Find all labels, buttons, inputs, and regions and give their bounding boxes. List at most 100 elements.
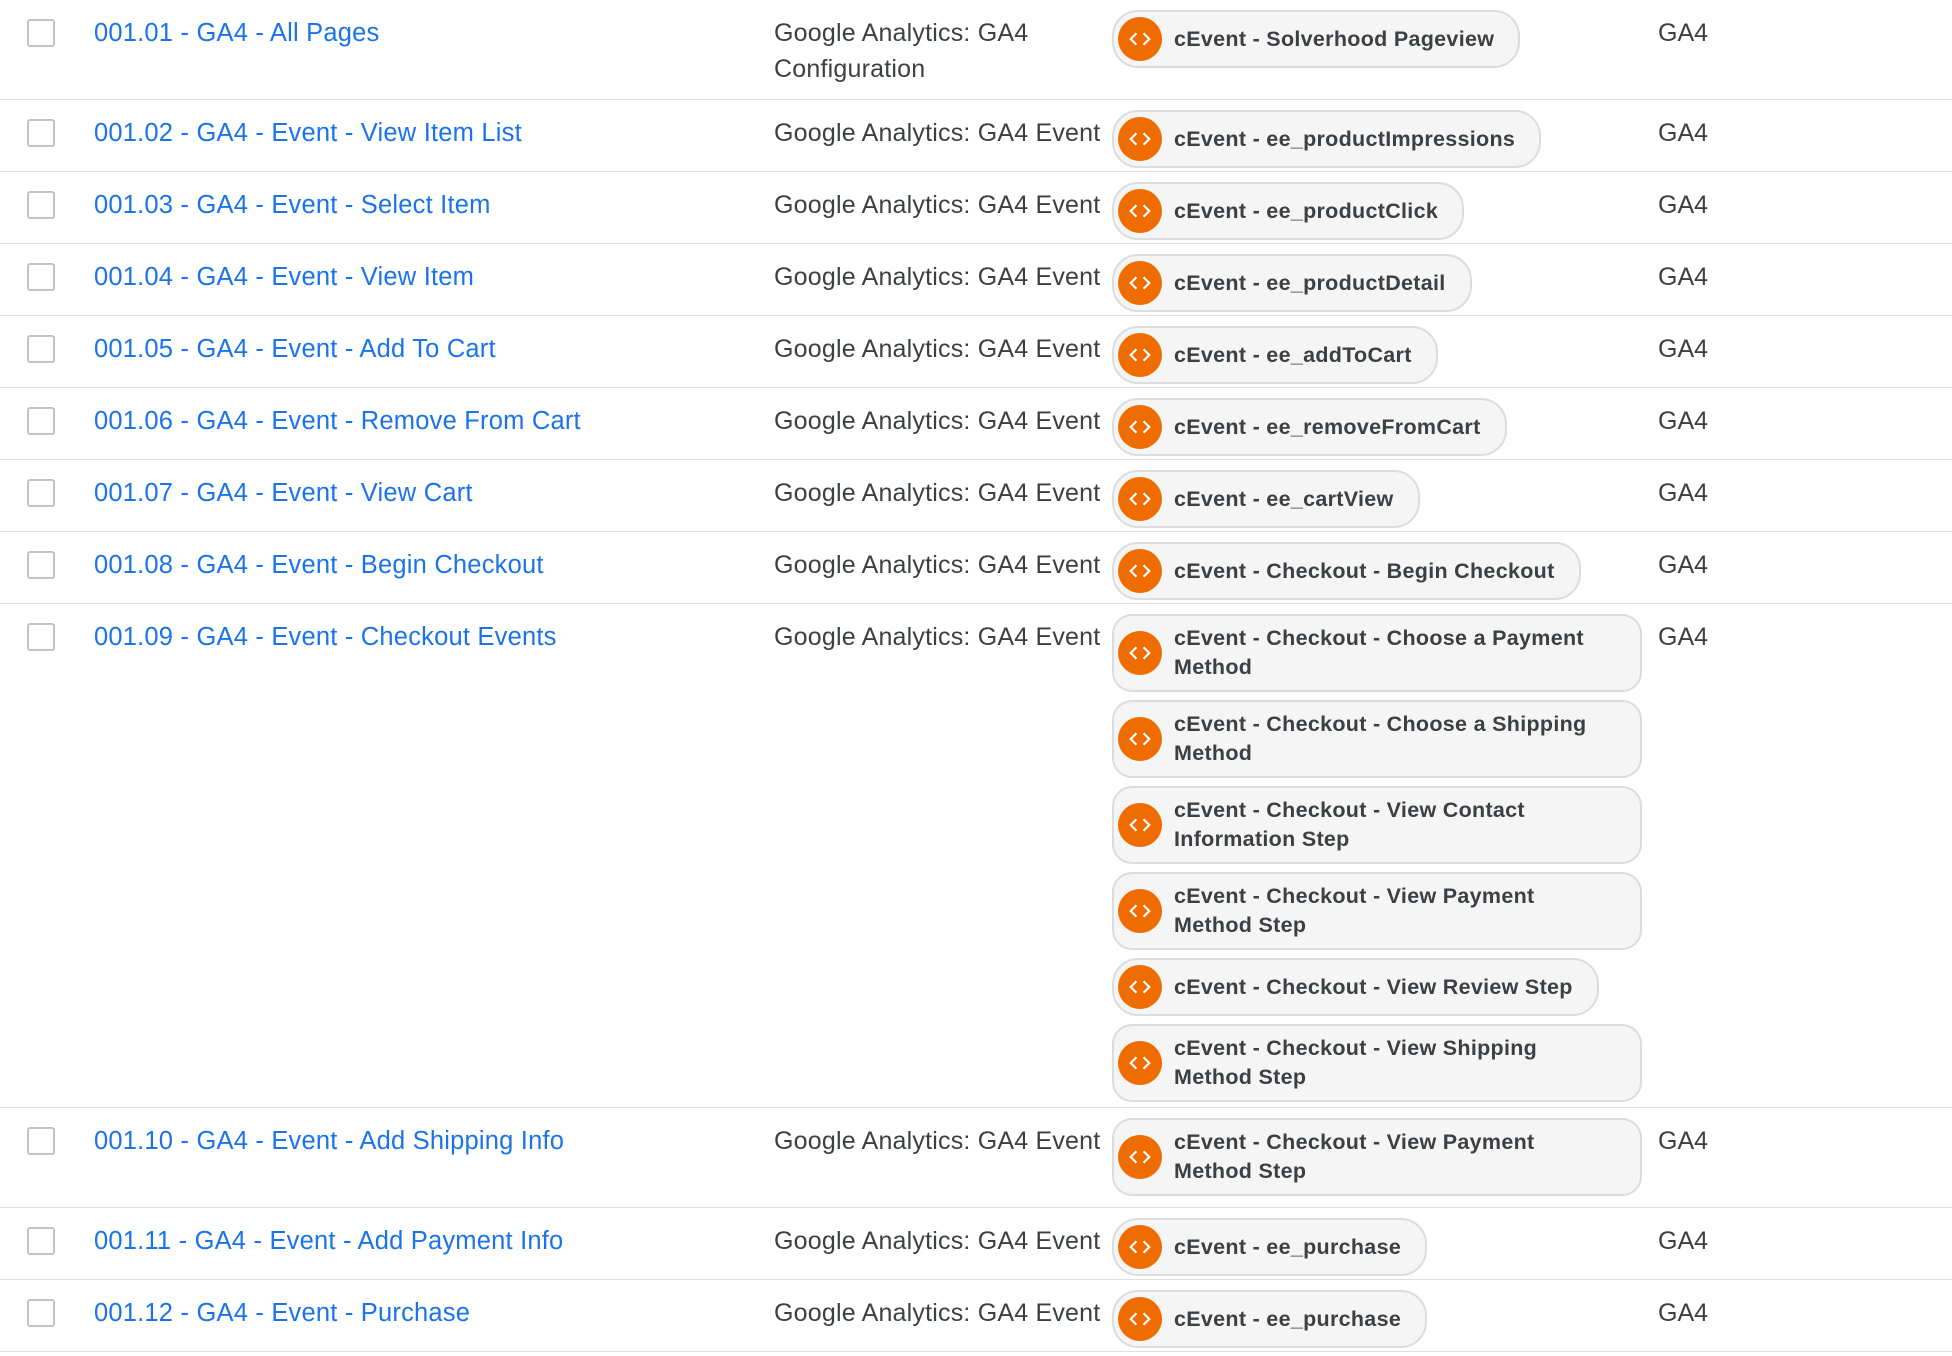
table-row: 001.12 - GA4 - Event - Purchase Google An…	[0, 1280, 1952, 1352]
custom-event-code-icon	[1118, 189, 1162, 233]
row-checkbox[interactable]	[27, 191, 55, 219]
tag-folder: GA4	[1658, 263, 1709, 291]
trigger-chip-label: cEvent - Checkout - View Review Step	[1174, 974, 1573, 999]
row-checkbox[interactable]	[27, 479, 55, 507]
trigger-chip[interactable]: cEvent - ee_cartView	[1112, 470, 1420, 528]
row-select-cell	[27, 119, 55, 147]
trigger-chip-label: cEvent - ee_productImpressions	[1174, 126, 1516, 151]
tag-name-link[interactable]: 001.12 - GA4 - Event - Purchase	[94, 1299, 470, 1327]
tag-name-link[interactable]: 001.09 - GA4 - Event - Checkout Events	[94, 623, 557, 651]
row-checkbox[interactable]	[27, 19, 55, 47]
tag-name-link[interactable]: 001.06 - GA4 - Event - Remove From Cart	[94, 407, 581, 435]
firing-triggers-cell: cEvent - ee_purchase	[1112, 1290, 1642, 1356]
row-checkbox[interactable]	[27, 263, 55, 291]
tag-type: Google Analytics: GA4 Event	[774, 119, 1101, 147]
table-row: 001.03 - GA4 - Event - Select Item Google…	[0, 172, 1952, 244]
tag-type: Google Analytics: GA4 Event	[774, 1127, 1101, 1155]
trigger-chip-label: cEvent - ee_removeFromCart	[1174, 414, 1481, 439]
table-row: 001.09 - GA4 - Event - Checkout Events Go…	[0, 604, 1952, 1108]
tag-type: Google Analytics: GA4 Event	[774, 407, 1101, 435]
row-select-cell	[27, 1127, 55, 1155]
firing-triggers-cell: cEvent - ee_productImpressions	[1112, 110, 1642, 176]
tag-name-cell: 001.06 - GA4 - Event - Remove From Cart	[94, 403, 754, 439]
firing-triggers-cell: cEvent - Checkout - View Payment Method …	[1112, 1118, 1642, 1204]
trigger-chip[interactable]: cEvent - ee_purchase	[1112, 1290, 1428, 1348]
trigger-chip-label: cEvent - Checkout - View Payment Method …	[1174, 884, 1535, 937]
tag-name-link[interactable]: 001.01 - GA4 - All Pages	[94, 19, 379, 47]
custom-event-code-icon	[1118, 117, 1162, 161]
firing-triggers-cell: cEvent - Solverhood Pageview	[1112, 10, 1642, 76]
trigger-chip[interactable]: cEvent - ee_productClick	[1112, 182, 1465, 240]
tag-name-cell: 001.12 - GA4 - Event - Purchase	[94, 1295, 754, 1331]
custom-event-code-icon	[1118, 1297, 1162, 1341]
table-row: 001.04 - GA4 - Event - View Item Google A…	[0, 244, 1952, 316]
row-checkbox[interactable]	[27, 335, 55, 363]
tag-folder: GA4	[1658, 19, 1709, 47]
tag-folder: GA4	[1658, 191, 1709, 219]
row-checkbox[interactable]	[27, 1227, 55, 1255]
table-row: 001.08 - GA4 - Event - Begin Checkout Goo…	[0, 532, 1952, 604]
tag-name-link[interactable]: 001.03 - GA4 - Event - Select Item	[94, 191, 491, 219]
custom-event-code-icon	[1118, 717, 1162, 761]
tag-name-link[interactable]: 001.08 - GA4 - Event - Begin Checkout	[94, 551, 544, 579]
row-checkbox[interactable]	[27, 1127, 55, 1155]
custom-event-code-icon	[1118, 1225, 1162, 1269]
custom-event-code-icon	[1118, 631, 1162, 675]
row-checkbox[interactable]	[27, 1299, 55, 1327]
tag-name-link[interactable]: 001.11 - GA4 - Event - Add Payment Info	[94, 1227, 563, 1255]
tag-folder: GA4	[1658, 335, 1709, 363]
trigger-chip[interactable]: cEvent - Checkout - View Contact Informa…	[1112, 786, 1642, 864]
trigger-chip[interactable]: cEvent - Checkout - View Review Step	[1112, 958, 1599, 1016]
tag-name-cell: 001.02 - GA4 - Event - View Item List	[94, 115, 754, 151]
trigger-chip[interactable]: cEvent - Checkout - Choose a Shipping Me…	[1112, 700, 1642, 778]
tag-name-link[interactable]: 001.07 - GA4 - Event - View Cart	[94, 479, 473, 507]
row-select-cell	[27, 335, 55, 363]
trigger-chip-label: cEvent - ee_purchase	[1174, 1306, 1402, 1331]
tag-type: Google Analytics: GA4 Event	[774, 479, 1101, 507]
tag-name-link[interactable]: 001.05 - GA4 - Event - Add To Cart	[94, 335, 496, 363]
row-checkbox[interactable]	[27, 119, 55, 147]
custom-event-code-icon	[1118, 549, 1162, 593]
custom-event-code-icon	[1118, 889, 1162, 933]
table-row: 001.07 - GA4 - Event - View Cart Google A…	[0, 460, 1952, 532]
row-checkbox[interactable]	[27, 623, 55, 651]
row-select-cell	[27, 407, 55, 435]
tag-name-link[interactable]: 001.04 - GA4 - Event - View Item	[94, 263, 474, 291]
trigger-chip[interactable]: cEvent - ee_purchase	[1112, 1218, 1428, 1276]
firing-triggers-cell: cEvent - ee_purchase	[1112, 1218, 1642, 1284]
tag-name-link[interactable]: 001.02 - GA4 - Event - View Item List	[94, 119, 522, 147]
tag-name-cell: 001.04 - GA4 - Event - View Item	[94, 259, 754, 295]
trigger-chip[interactable]: cEvent - Checkout - View Shipping Method…	[1112, 1024, 1642, 1102]
trigger-chip[interactable]: cEvent - Checkout - View Payment Method …	[1112, 872, 1642, 950]
trigger-chip[interactable]: cEvent - Solverhood Pageview	[1112, 10, 1521, 68]
row-checkbox[interactable]	[27, 551, 55, 579]
trigger-chip[interactable]: cEvent - Checkout - View Payment Method …	[1112, 1118, 1642, 1196]
row-select-cell	[27, 479, 55, 507]
firing-triggers-cell: cEvent - Checkout - Choose a Payment Met…	[1112, 614, 1642, 1110]
trigger-chip[interactable]: cEvent - ee_removeFromCart	[1112, 398, 1507, 456]
trigger-chip[interactable]: cEvent - Checkout - Begin Checkout	[1112, 542, 1581, 600]
tag-name-cell: 001.01 - GA4 - All Pages	[94, 15, 754, 51]
trigger-chip-label: cEvent - Checkout - Choose a Shipping Me…	[1174, 712, 1587, 765]
trigger-chip-label: cEvent - ee_addToCart	[1174, 342, 1412, 367]
trigger-chip[interactable]: cEvent - ee_productImpressions	[1112, 110, 1542, 168]
trigger-chip-label: cEvent - ee_cartView	[1174, 486, 1394, 511]
trigger-chip[interactable]: cEvent - ee_addToCart	[1112, 326, 1438, 384]
table-row: 001.06 - GA4 - Event - Remove From Cart G…	[0, 388, 1952, 460]
row-checkbox[interactable]	[27, 407, 55, 435]
custom-event-code-icon	[1118, 803, 1162, 847]
tag-folder: GA4	[1658, 1227, 1709, 1255]
custom-event-code-icon	[1118, 333, 1162, 377]
tag-folder: GA4	[1658, 551, 1709, 579]
trigger-chip[interactable]: cEvent - ee_productDetail	[1112, 254, 1472, 312]
table-row: 001.02 - GA4 - Event - View Item List Goo…	[0, 100, 1952, 172]
trigger-chip[interactable]: cEvent - Checkout - Choose a Payment Met…	[1112, 614, 1642, 692]
tag-folder: GA4	[1658, 407, 1709, 435]
tag-name-link[interactable]: 001.10 - GA4 - Event - Add Shipping Info	[94, 1127, 564, 1155]
firing-triggers-cell: cEvent - ee_removeFromCart	[1112, 398, 1642, 464]
trigger-chip-label: cEvent - Solverhood Pageview	[1174, 26, 1495, 51]
custom-event-code-icon	[1118, 965, 1162, 1009]
firing-triggers-cell: cEvent - Checkout - Begin Checkout	[1112, 542, 1642, 608]
custom-event-code-icon	[1118, 261, 1162, 305]
tag-folder: GA4	[1658, 119, 1709, 147]
